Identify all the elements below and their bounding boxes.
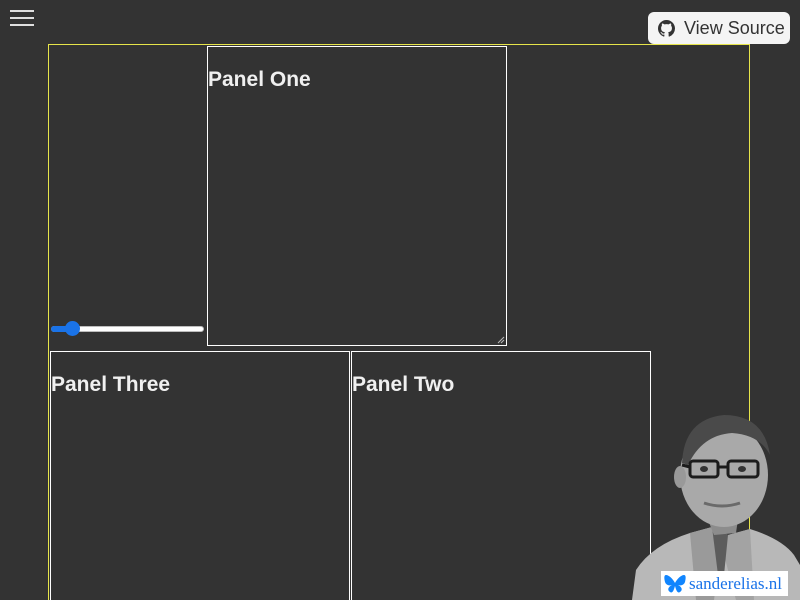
butterfly-icon [664, 574, 686, 594]
size-slider[interactable] [51, 321, 204, 337]
menu-bar [10, 17, 34, 19]
site-name: sanderelias.nl [689, 573, 782, 593]
slider-thumb[interactable] [64, 321, 80, 336]
resize-grip-icon[interactable] [497, 336, 505, 344]
panel-three[interactable]: Panel Three [50, 351, 350, 600]
menu-bar [10, 24, 34, 26]
panel-one[interactable]: Panel One [207, 46, 507, 346]
page: View Source Panel One Panel Three Panel … [0, 0, 800, 600]
hamburger-menu-icon[interactable] [10, 8, 34, 28]
panel-title: Panel Two [352, 373, 455, 396]
panel-two[interactable]: Panel Two [351, 351, 651, 600]
view-source-label: View Source [684, 17, 785, 38]
panel-title: Panel One [208, 68, 311, 91]
menu-bar [10, 10, 34, 12]
site-brand-link[interactable]: sanderelias.nl [661, 571, 788, 596]
panel-title: Panel Three [51, 373, 171, 396]
view-source-button[interactable]: View Source [648, 12, 790, 44]
github-icon [658, 19, 675, 37]
